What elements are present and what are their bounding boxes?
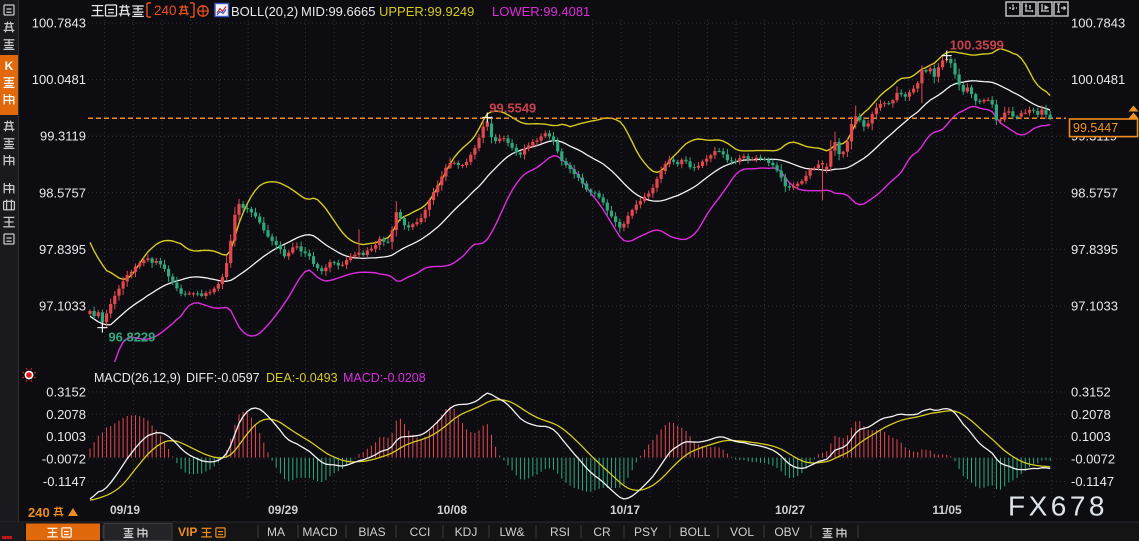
svg-text:98.5757: 98.5757 — [39, 185, 86, 200]
svg-text:LOWER:99.4081: LOWER:99.4081 — [492, 4, 590, 19]
svg-text:98.5757: 98.5757 — [1071, 185, 1118, 200]
svg-text:100.7843: 100.7843 — [1071, 16, 1125, 31]
svg-text:96.8229: 96.8229 — [108, 330, 155, 345]
svg-text:LW&: LW& — [499, 525, 524, 539]
svg-text:100.0481: 100.0481 — [32, 72, 86, 87]
svg-text:99.5549: 99.5549 — [489, 101, 536, 116]
svg-text:MID:99.6665: MID:99.6665 — [301, 4, 375, 19]
svg-text:FX678: FX678 — [1008, 491, 1108, 522]
svg-text:0.3152: 0.3152 — [46, 384, 86, 399]
svg-text:MA: MA — [267, 525, 285, 539]
svg-text:UPPER:99.9249: UPPER:99.9249 — [379, 4, 474, 19]
svg-text:0.1003: 0.1003 — [1071, 429, 1111, 444]
svg-text:MACD:-0.0208: MACD:-0.0208 — [343, 371, 426, 385]
svg-text:240: 240 — [28, 505, 50, 520]
svg-text:-0.0072: -0.0072 — [42, 452, 86, 467]
svg-text:97.1033: 97.1033 — [1071, 299, 1118, 314]
svg-text:BOLL: BOLL — [680, 525, 711, 539]
svg-text:240: 240 — [154, 3, 177, 18]
svg-text:0.2078: 0.2078 — [1071, 407, 1111, 422]
svg-text:VIP: VIP — [178, 525, 197, 539]
svg-text:BOLL(20,2): BOLL(20,2) — [231, 4, 298, 19]
svg-text:CR: CR — [593, 525, 611, 539]
svg-text:K: K — [5, 59, 14, 73]
svg-text:97.8395: 97.8395 — [1071, 242, 1118, 257]
svg-text:DIFF:-0.0597: DIFF:-0.0597 — [186, 371, 260, 385]
svg-text:10/17: 10/17 — [610, 503, 640, 517]
svg-text:RSI: RSI — [550, 525, 570, 539]
svg-text:MACD(26,12,9): MACD(26,12,9) — [94, 371, 181, 385]
svg-text:10/08: 10/08 — [437, 503, 467, 517]
svg-text:09/29: 09/29 — [268, 503, 298, 517]
svg-text:11/05: 11/05 — [932, 503, 962, 517]
svg-text:100.0481: 100.0481 — [1071, 72, 1125, 87]
svg-text:VOL: VOL — [730, 525, 754, 539]
svg-text:-0.0072: -0.0072 — [1071, 452, 1115, 467]
svg-text:CCI: CCI — [410, 525, 431, 539]
svg-text:DEA:-0.0493: DEA:-0.0493 — [266, 371, 338, 385]
svg-text:100.7843: 100.7843 — [32, 16, 86, 31]
svg-text:99.5447: 99.5447 — [1073, 121, 1118, 135]
svg-text:0.3152: 0.3152 — [1071, 384, 1111, 399]
svg-text:MACD: MACD — [302, 525, 338, 539]
svg-text:97.1033: 97.1033 — [39, 299, 86, 314]
svg-text:09/19: 09/19 — [110, 503, 140, 517]
svg-text:100.3599: 100.3599 — [950, 38, 1004, 53]
svg-text:0.1003: 0.1003 — [46, 429, 86, 444]
svg-text:-0.1147: -0.1147 — [43, 474, 86, 489]
svg-text:BIAS: BIAS — [358, 525, 385, 539]
svg-text:OBV: OBV — [774, 525, 799, 539]
svg-text:0.2078: 0.2078 — [46, 407, 86, 422]
svg-text:99.3119: 99.3119 — [40, 129, 86, 144]
svg-text:PSY: PSY — [634, 525, 658, 539]
svg-text:KDJ: KDJ — [455, 525, 478, 539]
svg-text:-0.1147: -0.1147 — [1071, 474, 1114, 489]
svg-text:97.8395: 97.8395 — [39, 242, 86, 257]
svg-text:10/27: 10/27 — [775, 503, 805, 517]
